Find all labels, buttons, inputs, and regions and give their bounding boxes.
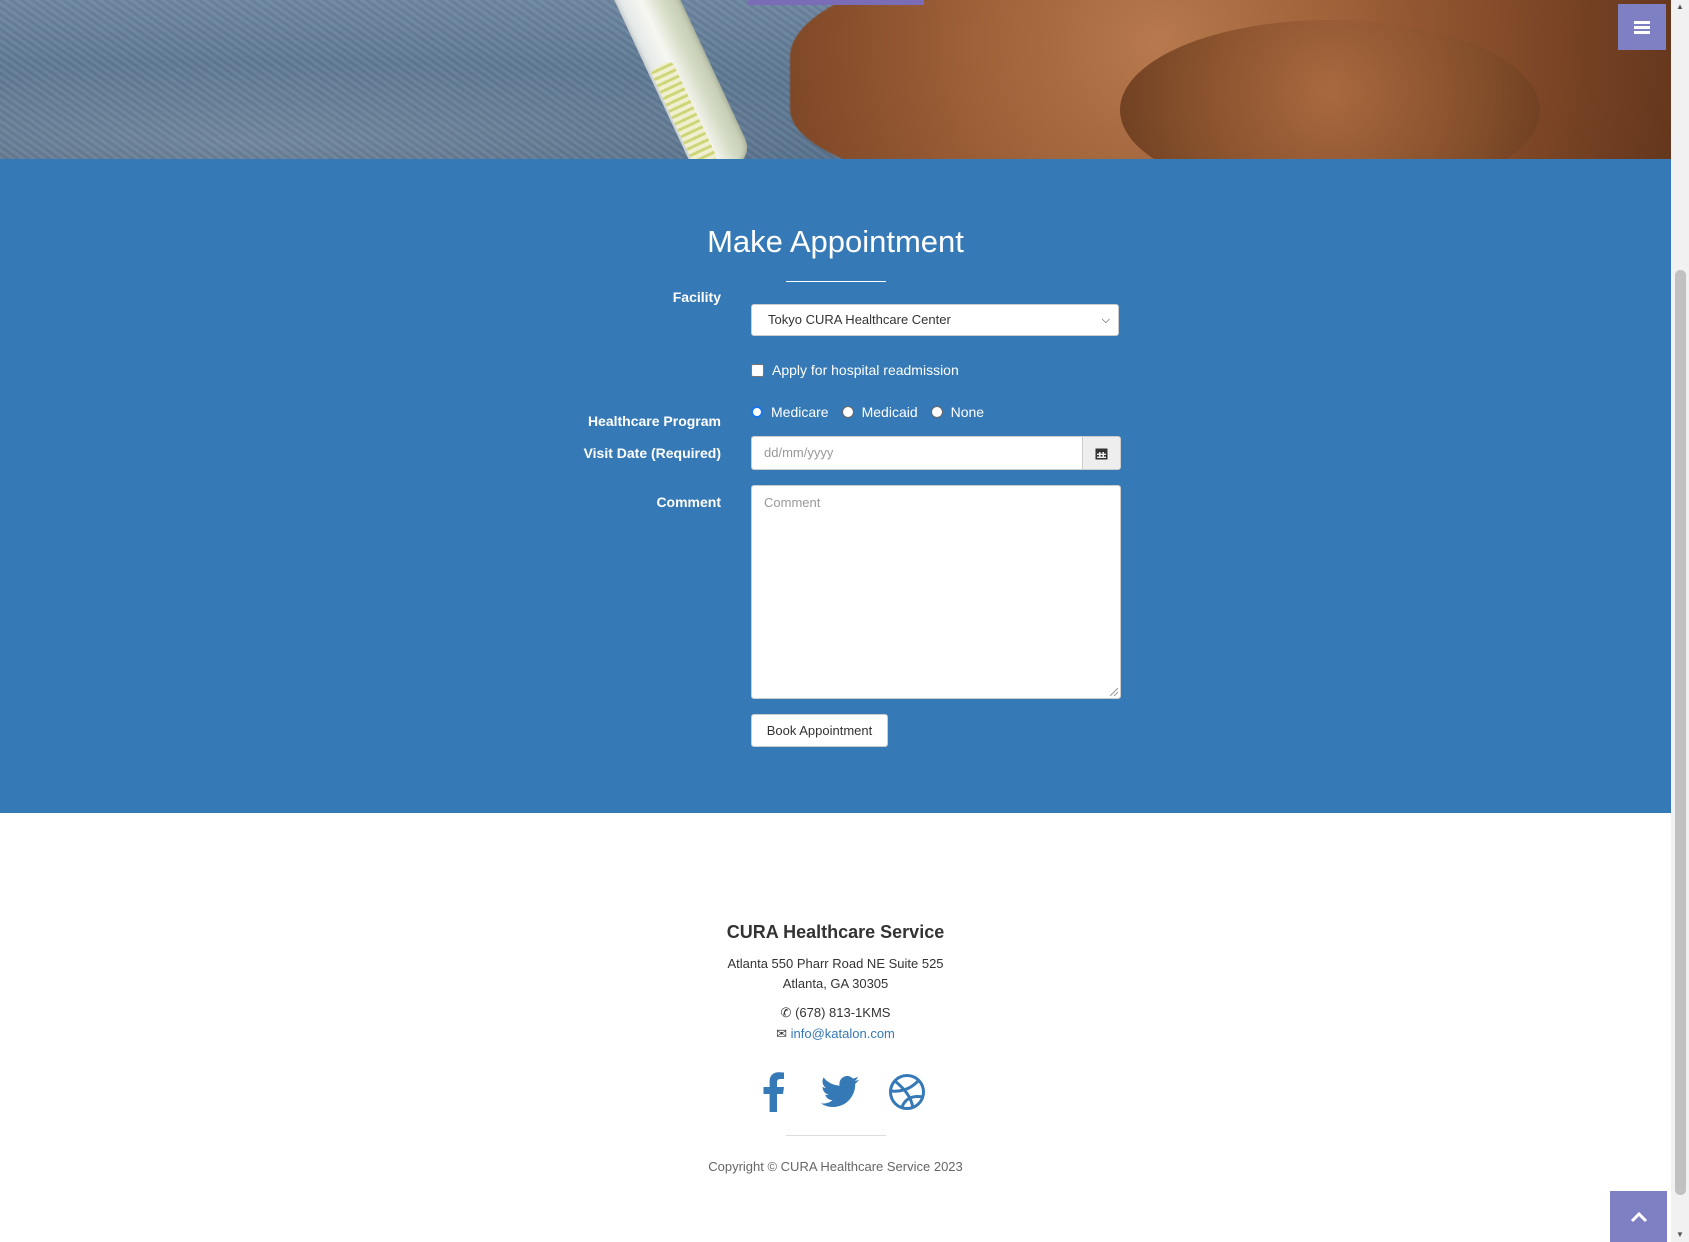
scroll-up-arrow-icon[interactable]: ▲ (1671, 0, 1689, 14)
appointment-section: Make Appointment Facility Tokyo CURA Hea… (0, 159, 1671, 813)
visit-date-label: Visit Date (Required) (583, 445, 721, 461)
copyright: Copyright © CURA Healthcare Service 2023 (708, 1159, 963, 1174)
visit-date-input[interactable]: dd/mm/yyyy (751, 436, 1082, 470)
program-radio-group: Medicare Medicaid None (751, 404, 997, 420)
footer-phone: ✆ (678) 813-1KMS (0, 1005, 1671, 1021)
phone-number: (678) 813-1KMS (795, 1005, 891, 1020)
footer-email: ✉ info@katalon.com (0, 1026, 1671, 1042)
book-appointment-button[interactable]: Book Appointment (751, 714, 888, 747)
readmission-label: Apply for hospital readmission (772, 362, 959, 378)
comment-label: Comment (656, 494, 721, 510)
dribbble-link[interactable] (884, 1069, 930, 1115)
facility-label: Facility (672, 289, 721, 305)
program-option-none[interactable]: None (930, 404, 985, 420)
none-label: None (950, 404, 985, 420)
footer-divider (786, 1135, 886, 1136)
scroll-to-top-button[interactable] (1610, 1191, 1667, 1242)
scrollbar-thumb[interactable] (1675, 270, 1686, 1195)
visit-date-group: dd/mm/yyyy (751, 436, 1121, 470)
medicare-label: Medicare (771, 404, 829, 420)
phone-icon: ✆ (780, 1005, 792, 1020)
bars-icon (1634, 19, 1650, 36)
twitter-icon (821, 1076, 859, 1107)
envelope-icon: ✉ (776, 1026, 788, 1041)
hero-image (0, 0, 1671, 159)
dribbble-icon (889, 1074, 925, 1110)
footer-brand: CURA Healthcare Service (726, 922, 945, 942)
hero-button-edge[interactable] (748, 0, 924, 5)
facility-select[interactable]: Tokyo CURA Healthcare Center ⌵ (751, 304, 1119, 336)
address-line-1: Atlanta 550 Pharr Road NE Suite 525 (727, 956, 944, 971)
medicare-radio[interactable] (751, 406, 763, 418)
email-link[interactable]: info@katalon.com (791, 1026, 895, 1041)
menu-toggle-button[interactable] (1618, 4, 1666, 50)
facility-selected-value: Tokyo CURA Healthcare Center (768, 312, 951, 327)
comment-textarea[interactable]: Comment (751, 485, 1121, 699)
readmission-checkbox[interactable] (751, 363, 764, 377)
social-links (750, 1069, 930, 1115)
program-option-medicare[interactable]: Medicare (751, 404, 829, 420)
calendar-button[interactable] (1082, 436, 1121, 470)
program-option-medicaid[interactable]: Medicaid (841, 404, 918, 420)
page-title: Make Appointment (707, 224, 964, 259)
twitter-link[interactable] (817, 1069, 863, 1115)
address-line-2: Atlanta, GA 30305 (782, 976, 889, 991)
footer-address: Atlanta 550 Pharr Road NE Suite 525 Atla… (0, 954, 1671, 994)
facebook-icon (763, 1072, 784, 1112)
readmission-row[interactable]: Apply for hospital readmission (751, 362, 959, 378)
medicaid-label: Medicaid (861, 404, 918, 420)
program-label: Healthcare Program (587, 413, 721, 429)
title-divider (786, 281, 886, 282)
comment-placeholder: Comment (764, 495, 821, 510)
page-scrollbar[interactable]: ▲ ▼ (1671, 0, 1689, 1242)
resize-handle-icon[interactable] (1110, 688, 1118, 696)
scroll-down-arrow-icon[interactable]: ▼ (1671, 1228, 1689, 1242)
facebook-link[interactable] (750, 1069, 796, 1115)
footer: CURA Healthcare Service Atlanta 550 Phar… (0, 813, 1671, 1242)
none-radio[interactable] (930, 406, 943, 418)
medicaid-radio[interactable] (841, 406, 854, 418)
calendar-icon (1095, 448, 1108, 459)
chevron-up-icon (1630, 1211, 1647, 1222)
chevron-down-icon: ⌵ (1101, 314, 1110, 326)
